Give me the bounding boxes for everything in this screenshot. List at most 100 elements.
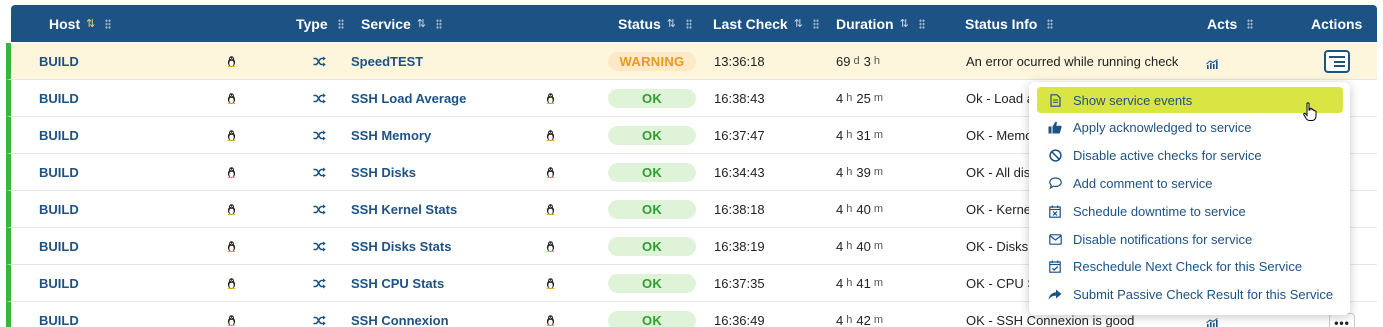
col-duration[interactable]: Duration ⇅ bbox=[836, 5, 925, 42]
linux-icon bbox=[546, 315, 555, 326]
col-status-info[interactable]: Status Info bbox=[965, 5, 1054, 42]
shuffle-icon bbox=[313, 129, 326, 144]
graph-icon[interactable] bbox=[1206, 57, 1218, 72]
service-link[interactable]: SSH Load Average bbox=[351, 80, 466, 116]
menu-item-label: Schedule downtime to service bbox=[1073, 203, 1246, 219]
duration-value: 4 bbox=[836, 90, 844, 106]
host-link[interactable]: BUILD bbox=[39, 43, 79, 79]
menu-item[interactable]: Schedule downtime to service bbox=[1037, 198, 1343, 224]
duration-unit: h bbox=[846, 166, 853, 178]
menu-item[interactable]: Submit Passive Check Result for this Ser… bbox=[1037, 282, 1343, 308]
menu-item[interactable]: Reschedule Next Check for this Service bbox=[1037, 254, 1343, 280]
sort-icon[interactable]: ⇅ bbox=[417, 17, 426, 30]
host-link[interactable]: BUILD bbox=[39, 191, 79, 227]
sort-asc-icon[interactable]: ⇅ bbox=[86, 17, 95, 30]
status-info: Ok - Load a bbox=[966, 90, 1034, 106]
service-link[interactable]: SSH Memory bbox=[351, 117, 431, 153]
service-link[interactable]: SSH Disks Stats bbox=[351, 228, 451, 264]
service-link[interactable]: SpeedTEST bbox=[351, 43, 423, 79]
menu-item[interactable]: Disable notifications for service bbox=[1037, 226, 1343, 252]
duration-unit: h bbox=[846, 314, 853, 326]
linux-icon bbox=[227, 204, 236, 215]
duration: 4 h 40 m bbox=[836, 191, 887, 227]
duration-unit: m bbox=[873, 166, 883, 178]
duration-unit: h bbox=[846, 203, 853, 215]
host-link[interactable]: BUILD bbox=[39, 302, 79, 327]
status-info: OK - Disks bbox=[966, 238, 1029, 254]
drag-handle-icon[interactable] bbox=[686, 18, 693, 29]
shuffle-icon bbox=[313, 166, 326, 181]
service-link[interactable]: SSH Kernel Stats bbox=[351, 191, 457, 227]
calendar-x-icon bbox=[1048, 204, 1062, 218]
hand-cursor-icon bbox=[1303, 102, 1317, 121]
duration-unit: m bbox=[873, 314, 883, 326]
duration-value: 39 bbox=[856, 164, 871, 180]
drag-handle-icon[interactable] bbox=[337, 18, 344, 29]
drag-handle-icon[interactable] bbox=[918, 18, 925, 29]
linux-icon bbox=[546, 278, 555, 289]
menu-item[interactable]: Show service events bbox=[1037, 87, 1343, 113]
col-service-label: Service bbox=[361, 15, 411, 32]
col-acts[interactable]: Acts bbox=[1207, 5, 1254, 42]
duration-unit: h bbox=[873, 55, 880, 67]
sort-icon[interactable]: ⇅ bbox=[900, 17, 909, 30]
comment-icon bbox=[1048, 176, 1062, 190]
duration-value: 4 bbox=[836, 238, 844, 254]
menu-item[interactable]: Add comment to service bbox=[1037, 170, 1343, 196]
sort-icon[interactable]: ⇅ bbox=[667, 17, 676, 30]
duration-value: 3 bbox=[863, 53, 871, 69]
service-link[interactable]: SSH Connexion bbox=[351, 302, 449, 327]
host-link[interactable]: BUILD bbox=[39, 265, 79, 301]
duration-unit: m bbox=[873, 92, 883, 104]
col-host-label: Host bbox=[49, 15, 81, 32]
status-info: An error ocurred while running check bbox=[966, 53, 1179, 69]
host-link[interactable]: BUILD bbox=[39, 228, 79, 264]
drag-handle-icon[interactable] bbox=[105, 18, 112, 29]
duration-value: 42 bbox=[856, 312, 871, 327]
actions-menu-button[interactable] bbox=[1324, 50, 1350, 73]
linux-icon bbox=[227, 278, 236, 289]
host-link[interactable]: BUILD bbox=[39, 117, 79, 153]
table-row[interactable]: BUILD SpeedTEST WARNING 13:36:18 69 d 3 h An err… bbox=[6, 43, 1377, 80]
drag-handle-icon[interactable] bbox=[1047, 18, 1054, 29]
duration: 4 h 40 m bbox=[836, 228, 887, 264]
duration-value: 41 bbox=[856, 275, 871, 291]
linux-icon bbox=[227, 241, 236, 252]
duration-value: 4 bbox=[836, 127, 844, 143]
col-status[interactable]: Status ⇅ bbox=[618, 5, 693, 42]
col-actions: Actions bbox=[1311, 5, 1362, 42]
duration-value: 4 bbox=[836, 312, 844, 327]
more-actions-button[interactable]: ••• bbox=[1329, 313, 1355, 327]
menu-item[interactable]: Disable active checks for service bbox=[1037, 143, 1343, 169]
status-info: OK - Kerne bbox=[966, 201, 1032, 217]
sort-icon[interactable]: ⇅ bbox=[794, 17, 803, 30]
col-host[interactable]: Host ⇅ bbox=[49, 5, 112, 42]
status-badge: OK bbox=[608, 163, 696, 182]
drag-handle-icon[interactable] bbox=[436, 18, 443, 29]
menu-item-label: Apply acknowledged to service bbox=[1073, 120, 1252, 136]
duration-value: 25 bbox=[856, 90, 871, 106]
duration: 4 h 39 m bbox=[836, 154, 887, 190]
col-last-check[interactable]: Last Check ⇅ bbox=[713, 5, 819, 42]
duration-unit: h bbox=[846, 129, 853, 141]
host-link[interactable]: BUILD bbox=[39, 154, 79, 190]
duration: 4 h 25 m bbox=[836, 80, 887, 116]
service-link[interactable]: SSH CPU Stats bbox=[351, 265, 444, 301]
drag-handle-icon[interactable] bbox=[812, 18, 819, 29]
graph-icon[interactable] bbox=[1206, 316, 1218, 327]
shuffle-icon bbox=[313, 203, 326, 218]
menu-item[interactable]: Apply acknowledged to service bbox=[1037, 115, 1343, 141]
host-link[interactable]: BUILD bbox=[39, 80, 79, 116]
drag-handle-icon[interactable] bbox=[1247, 18, 1254, 29]
service-link[interactable]: SSH Disks bbox=[351, 154, 416, 190]
menu-item-label: Reschedule Next Check for this Service bbox=[1073, 259, 1303, 275]
col-service[interactable]: Service ⇅ bbox=[361, 5, 443, 42]
col-duration-label: Duration bbox=[836, 15, 894, 32]
duration-value: 69 bbox=[836, 53, 851, 69]
linux-icon bbox=[227, 167, 236, 178]
linux-icon bbox=[546, 167, 555, 178]
duration-unit: h bbox=[846, 277, 853, 289]
col-type[interactable]: Type bbox=[296, 5, 344, 42]
last-check-time: 16:38:43 bbox=[714, 90, 765, 106]
envelope-icon bbox=[1048, 232, 1062, 246]
